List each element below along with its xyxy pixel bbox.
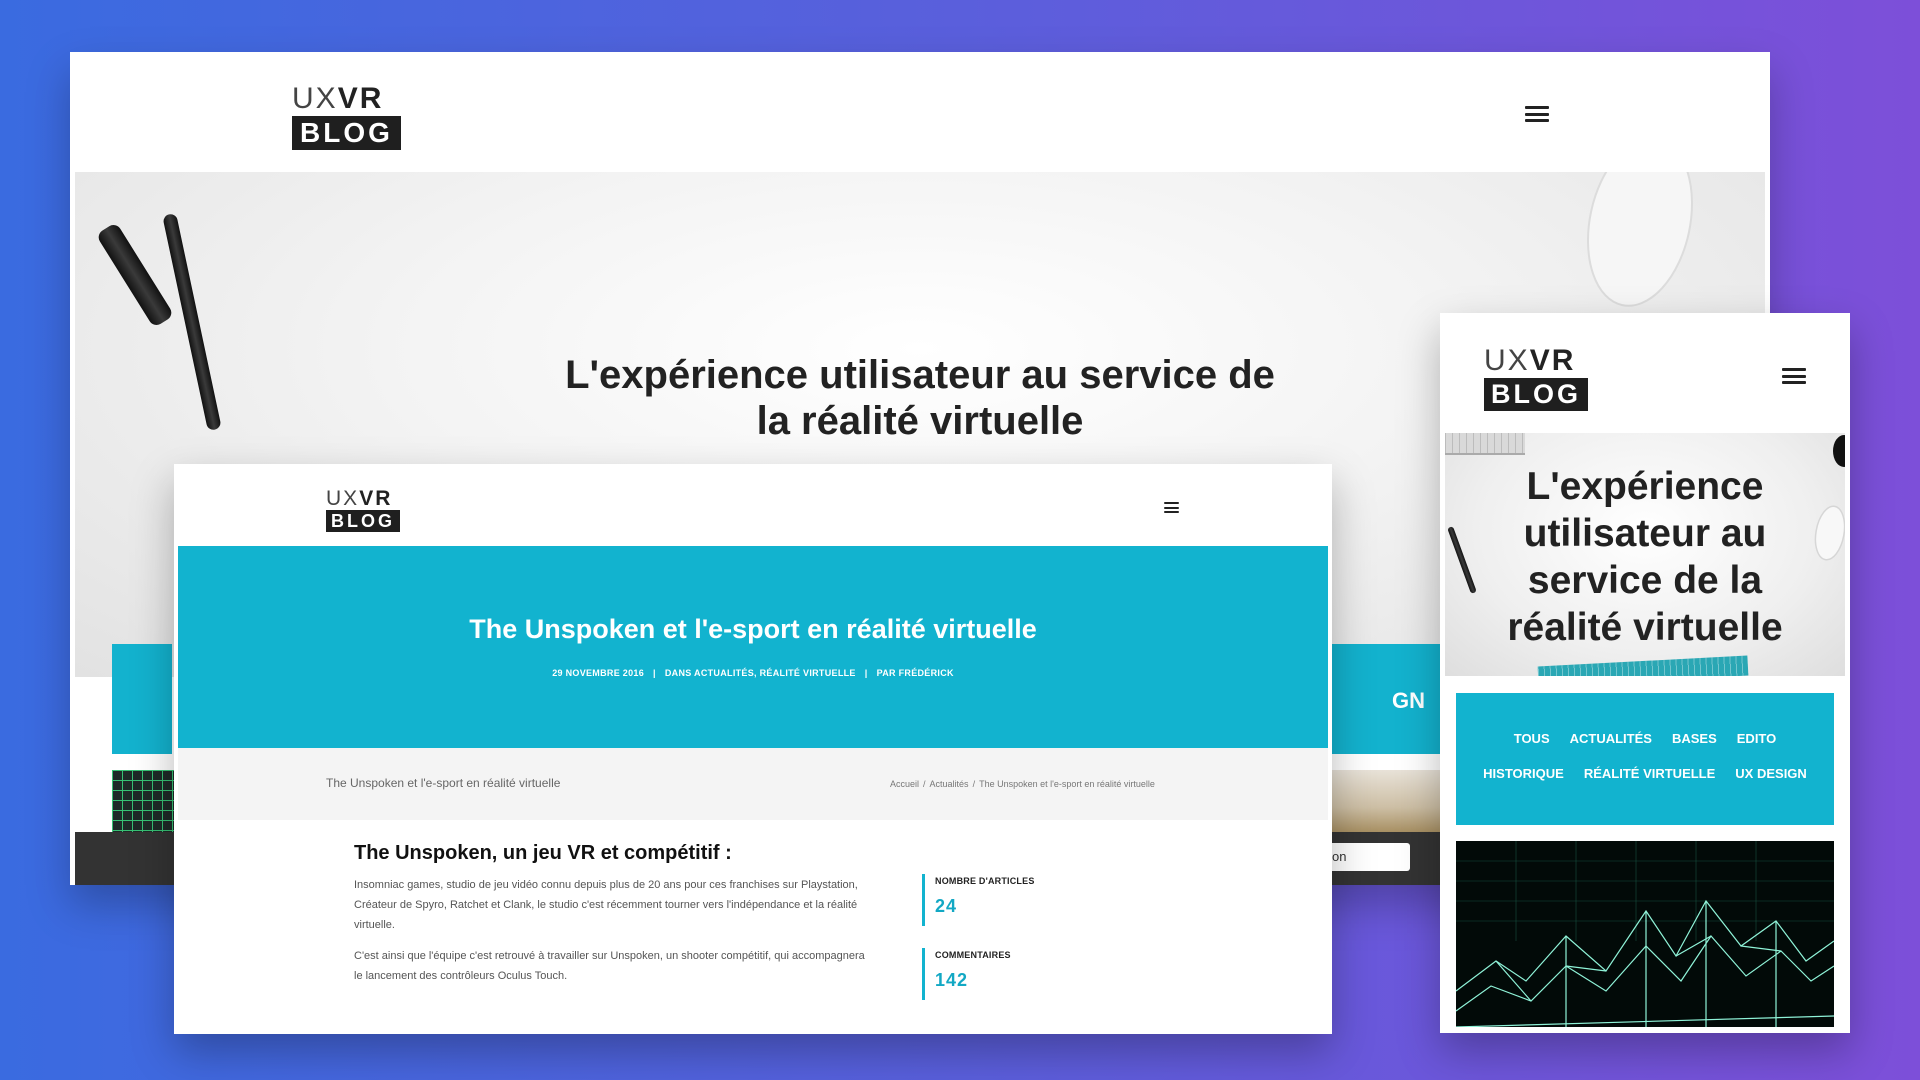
ruler-icon xyxy=(1537,655,1749,676)
site-logo[interactable]: UXVR BLOG xyxy=(292,84,401,150)
article-heading: The Unspoken, un jeu VR et compétitif : xyxy=(354,842,732,864)
article-date: 29 NOVEMBRE 2016 xyxy=(552,668,645,678)
desktop-site-header: UXVR BLOG xyxy=(70,52,1770,172)
mobile-browser-window: UXVR BLOG L'expérience utilisateur au se… xyxy=(1440,313,1850,1033)
wireframe-mountain-image xyxy=(1456,841,1834,1027)
article-site-header: UXVR BLOG xyxy=(174,464,1332,546)
logo-vr-text: VR xyxy=(359,487,393,510)
logo-vr-text: VR xyxy=(1529,344,1576,377)
article-banner: The Unspoken et l'e-sport en réalité vir… xyxy=(178,546,1328,748)
article-paragraph: C'est ainsi que l'équipe c'est retrouvé … xyxy=(354,950,865,982)
mobile-hero-title: L'expérience utilisateur au service de l… xyxy=(1507,465,1783,649)
mobile-site-header: UXVR BLOG xyxy=(1440,313,1850,433)
crumb-page-title: The Unspoken et l'e-sport en réalité vir… xyxy=(326,776,561,790)
logo-blog-box: BLOG xyxy=(1484,378,1588,411)
logo-blog-box: BLOG xyxy=(326,510,400,532)
logo-ux-text: UX xyxy=(1484,344,1530,377)
site-logo[interactable]: UXVR BLOG xyxy=(326,488,400,532)
mouse-icon xyxy=(1586,172,1694,307)
category-tous[interactable]: TOUS xyxy=(1514,731,1550,746)
category-box-partial xyxy=(112,644,172,754)
article-browser-window: UXVR BLOG The Unspoken et l'e-sport en r… xyxy=(174,464,1332,1034)
breadcrumb: Accueil / Actualités / The Unspoken et l'e-s… xyxy=(890,779,1155,789)
logo-blog-box: BLOG xyxy=(292,116,401,150)
category-historique[interactable]: HISTORIQUE xyxy=(1483,766,1564,781)
site-logo[interactable]: UXVR BLOG xyxy=(1484,346,1588,411)
stat-articles: NOMBRE D'ARTICLES 24 xyxy=(922,874,1035,926)
stat-comments: COMMENTAIRES 142 xyxy=(922,948,1011,1000)
article-paragraph: Insomniac games, studio de jeu vidéo con… xyxy=(354,879,858,931)
post-thumbnail[interactable] xyxy=(112,770,182,832)
article-content: The Unspoken, un jeu VR et compétitif : … xyxy=(174,820,1332,1034)
breadcrumb-current: The Unspoken et l'e-sport en réalité vir… xyxy=(979,779,1155,789)
partial-button[interactable]: on xyxy=(1328,843,1410,871)
post-thumbnail[interactable] xyxy=(1456,841,1834,1027)
article-author[interactable]: PAR FRÉDÉRICK xyxy=(877,668,954,678)
pen-icon xyxy=(95,221,175,329)
keyboard-icon xyxy=(1445,433,1525,455)
category-edito[interactable]: EDITO xyxy=(1737,731,1777,746)
category-actualites[interactable]: ACTUALITÉS xyxy=(1570,731,1652,746)
breadcrumb-category-link[interactable]: Actualités xyxy=(930,779,969,789)
logo-ux-text: UX xyxy=(292,82,338,115)
logo-ux-text: UX xyxy=(326,487,360,510)
hamburger-menu-icon[interactable] xyxy=(1164,502,1179,513)
breadcrumb-home-link[interactable]: Accueil xyxy=(890,779,919,789)
category-filter-box: TOUS ACTUALITÉS BASES EDITO HISTORIQUE R… xyxy=(1456,693,1834,825)
article-title: The Unspoken et l'e-sport en réalité vir… xyxy=(469,614,1037,644)
mobile-hero: L'expérience utilisateur au service de l… xyxy=(1445,433,1845,676)
article-categories[interactable]: DANS ACTUALITÉS, RÉALITÉ VIRTUELLE xyxy=(665,668,856,678)
hamburger-menu-icon[interactable] xyxy=(1782,368,1806,384)
article-meta: 29 NOVEMBRE 2016 | DANS ACTUALITÉS, RÉALIT… xyxy=(552,668,954,678)
category-realite-virtuelle[interactable]: RÉALITÉ VIRTUELLE xyxy=(1584,766,1715,781)
breadcrumb-bar: The Unspoken et l'e-sport en réalité vir… xyxy=(178,748,1328,820)
category-bases[interactable]: BASES xyxy=(1672,731,1717,746)
logo-vr-text: VR xyxy=(337,82,384,115)
hamburger-menu-icon[interactable] xyxy=(1525,106,1549,122)
category-ux-design[interactable]: UX DESIGN xyxy=(1735,766,1807,781)
